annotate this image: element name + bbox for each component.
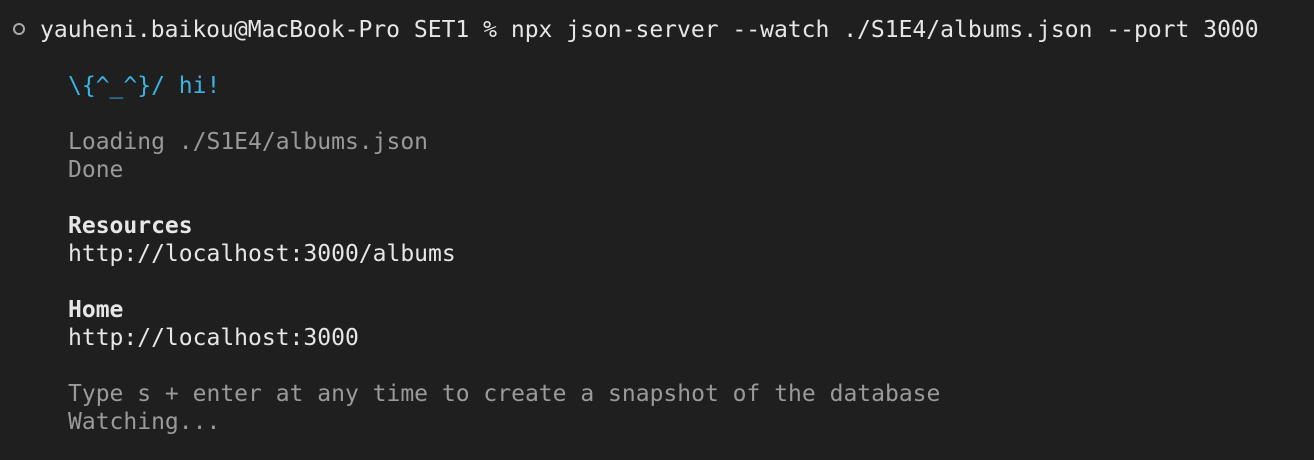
snapshot-hint-text: Type s + enter at any time to create a s… [68, 381, 941, 407]
resources-url[interactable]: http://localhost:3000/albums [68, 240, 456, 268]
done-text: Done [68, 157, 124, 183]
prompt-cwd: SET1 [413, 17, 470, 43]
watching-text: Watching... [68, 409, 221, 435]
resources-heading: Resources [68, 213, 193, 239]
circle-outline-icon [13, 23, 25, 35]
loading-text: Loading ./S1E4/albums.json [68, 129, 429, 155]
terminal-panel[interactable]: yauheni.baikou@MacBook-Pro SET1 % npx js… [0, 0, 1314, 460]
prompt-line: yauheni.baikou@MacBook-Pro SET1 % npx js… [40, 16, 1259, 44]
prompt-user-host: yauheni.baikou@MacBook-Pro [40, 17, 401, 43]
home-heading: Home [68, 297, 124, 323]
greeting-text: \{^_^}/ hi! [68, 73, 221, 99]
home-url[interactable]: http://localhost:3000 [68, 324, 359, 352]
prompt-symbol: % [483, 17, 497, 43]
command-text: npx json-server --watch ./S1E4/albums.js… [510, 17, 1259, 43]
